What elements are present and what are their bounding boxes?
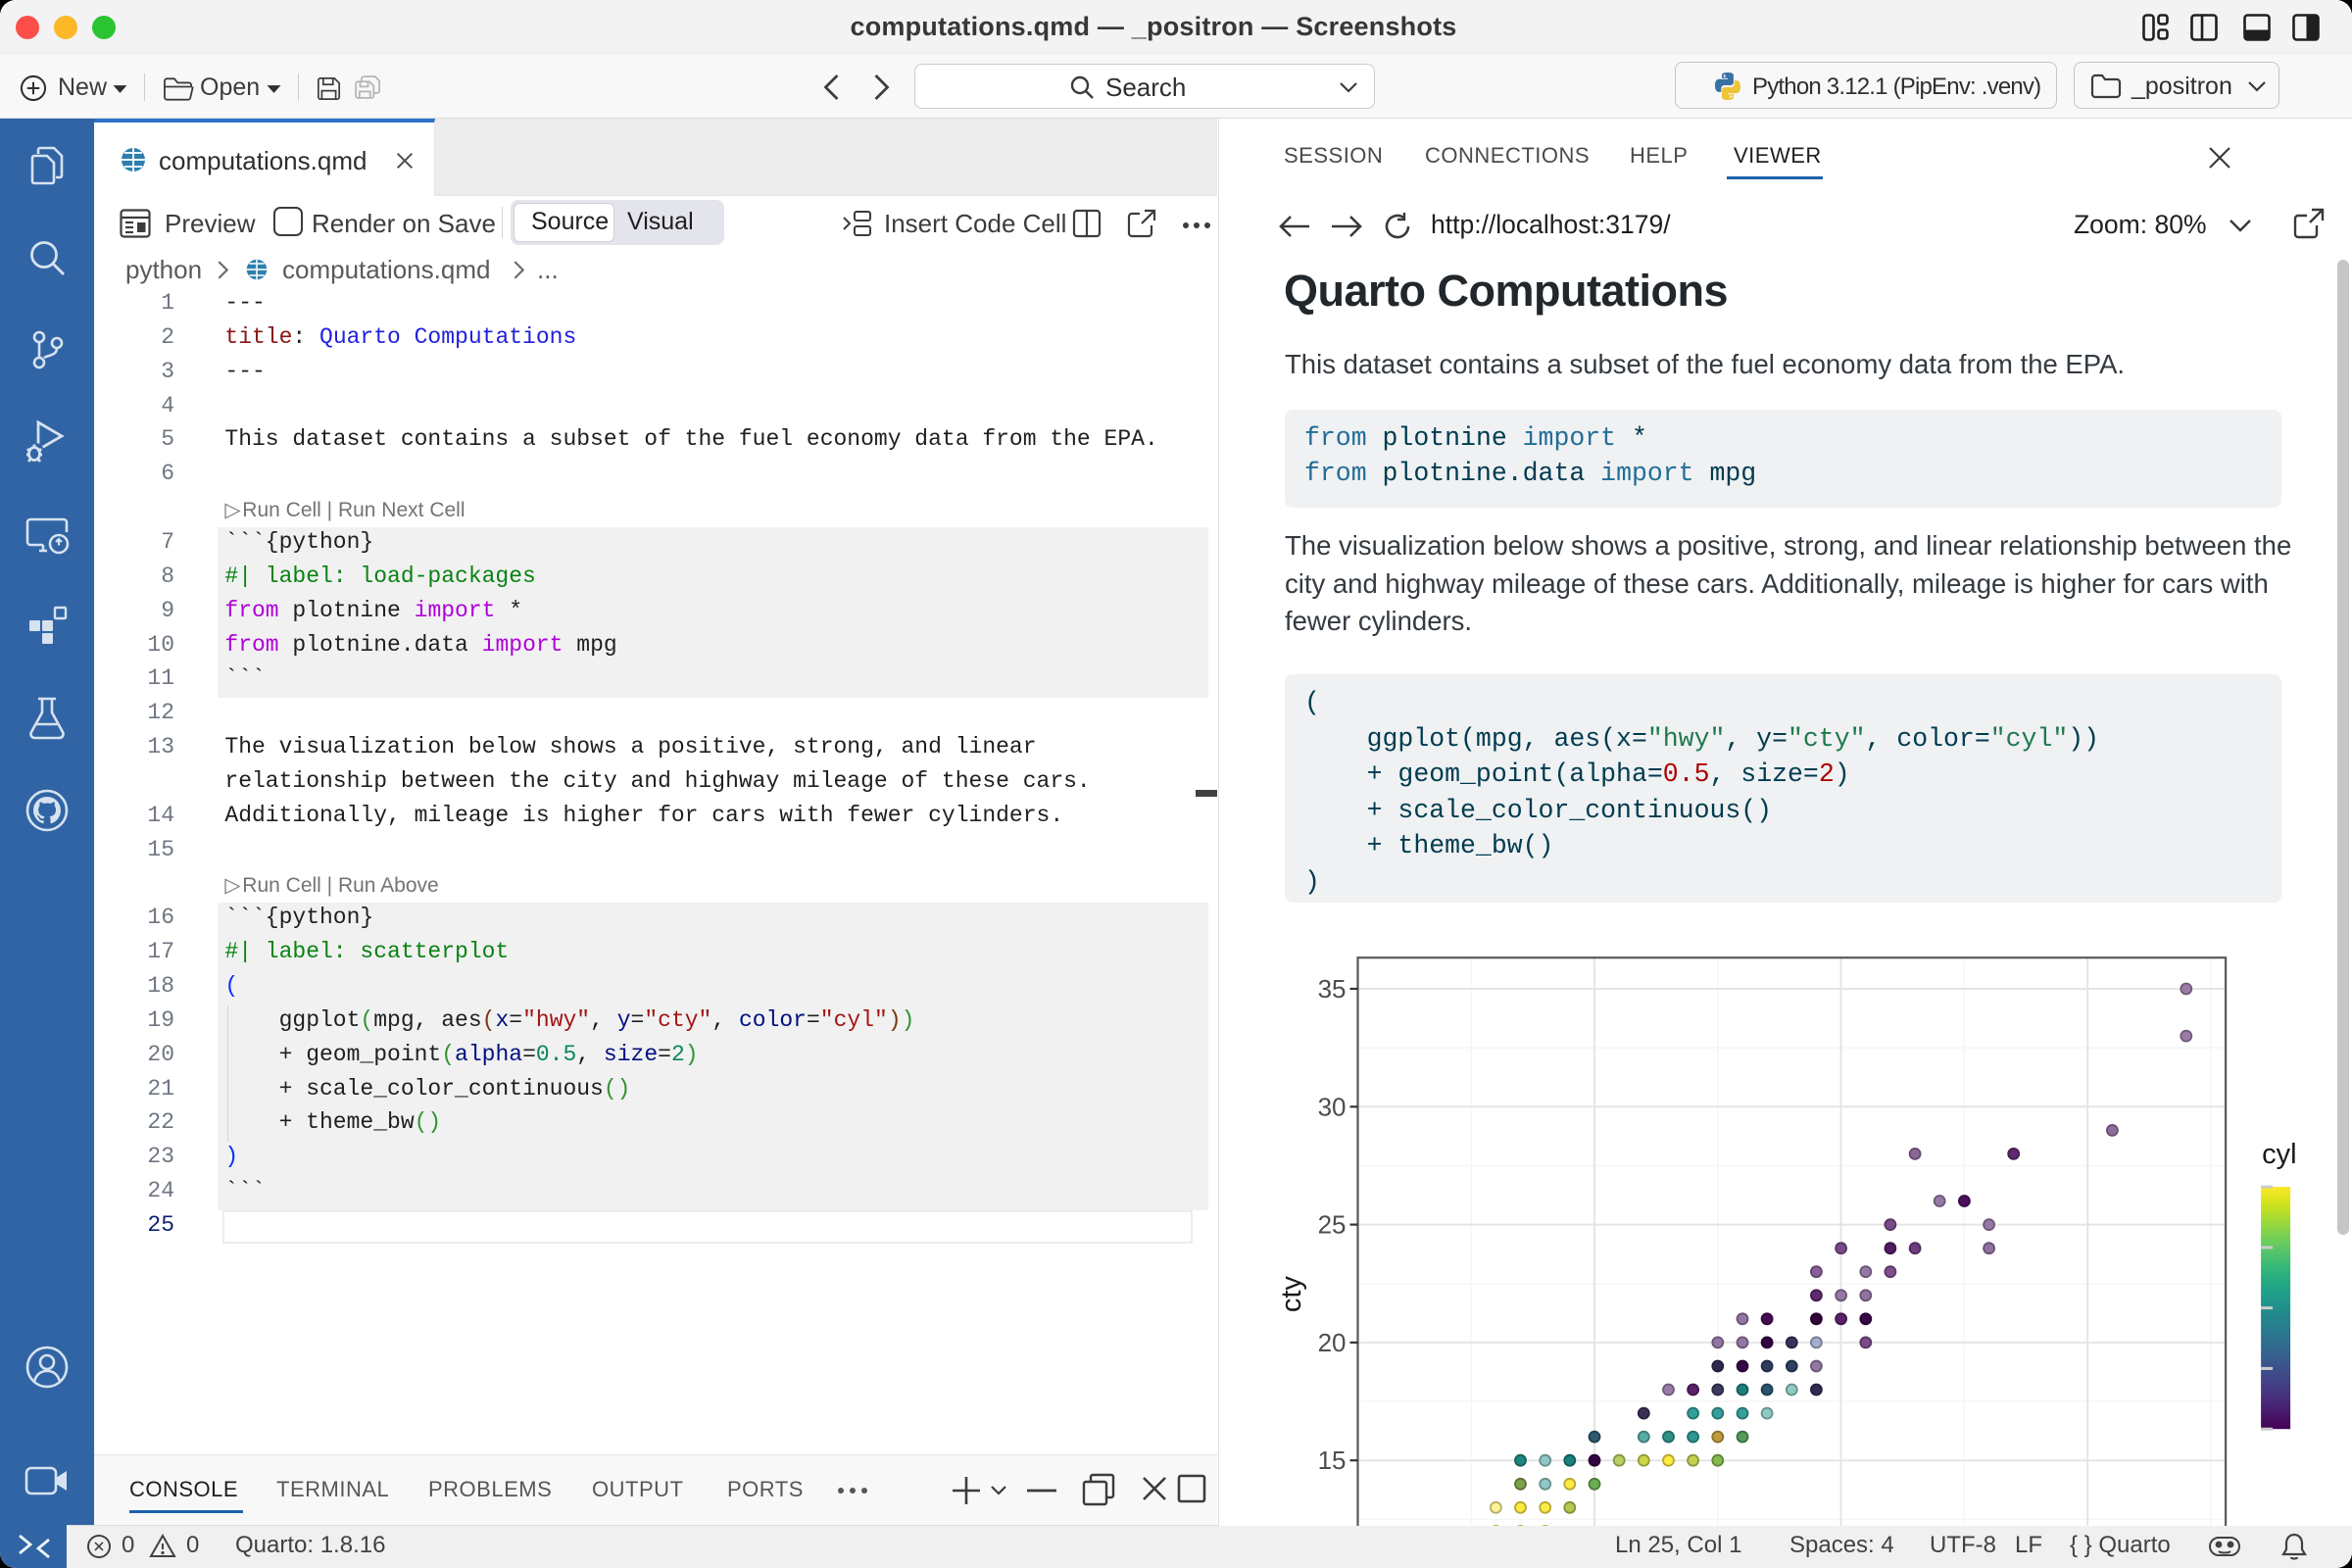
svg-text:cyl: cyl: [2262, 1139, 2296, 1170]
svg-text:20: 20: [1318, 1328, 1347, 1357]
svg-text:30: 30: [1318, 1092, 1347, 1121]
svg-text:25: 25: [1318, 1210, 1347, 1240]
svg-text:35: 35: [1318, 974, 1347, 1004]
svg-text:15: 15: [1318, 1446, 1347, 1475]
svg-text:cty: cty: [1276, 1276, 1307, 1313]
